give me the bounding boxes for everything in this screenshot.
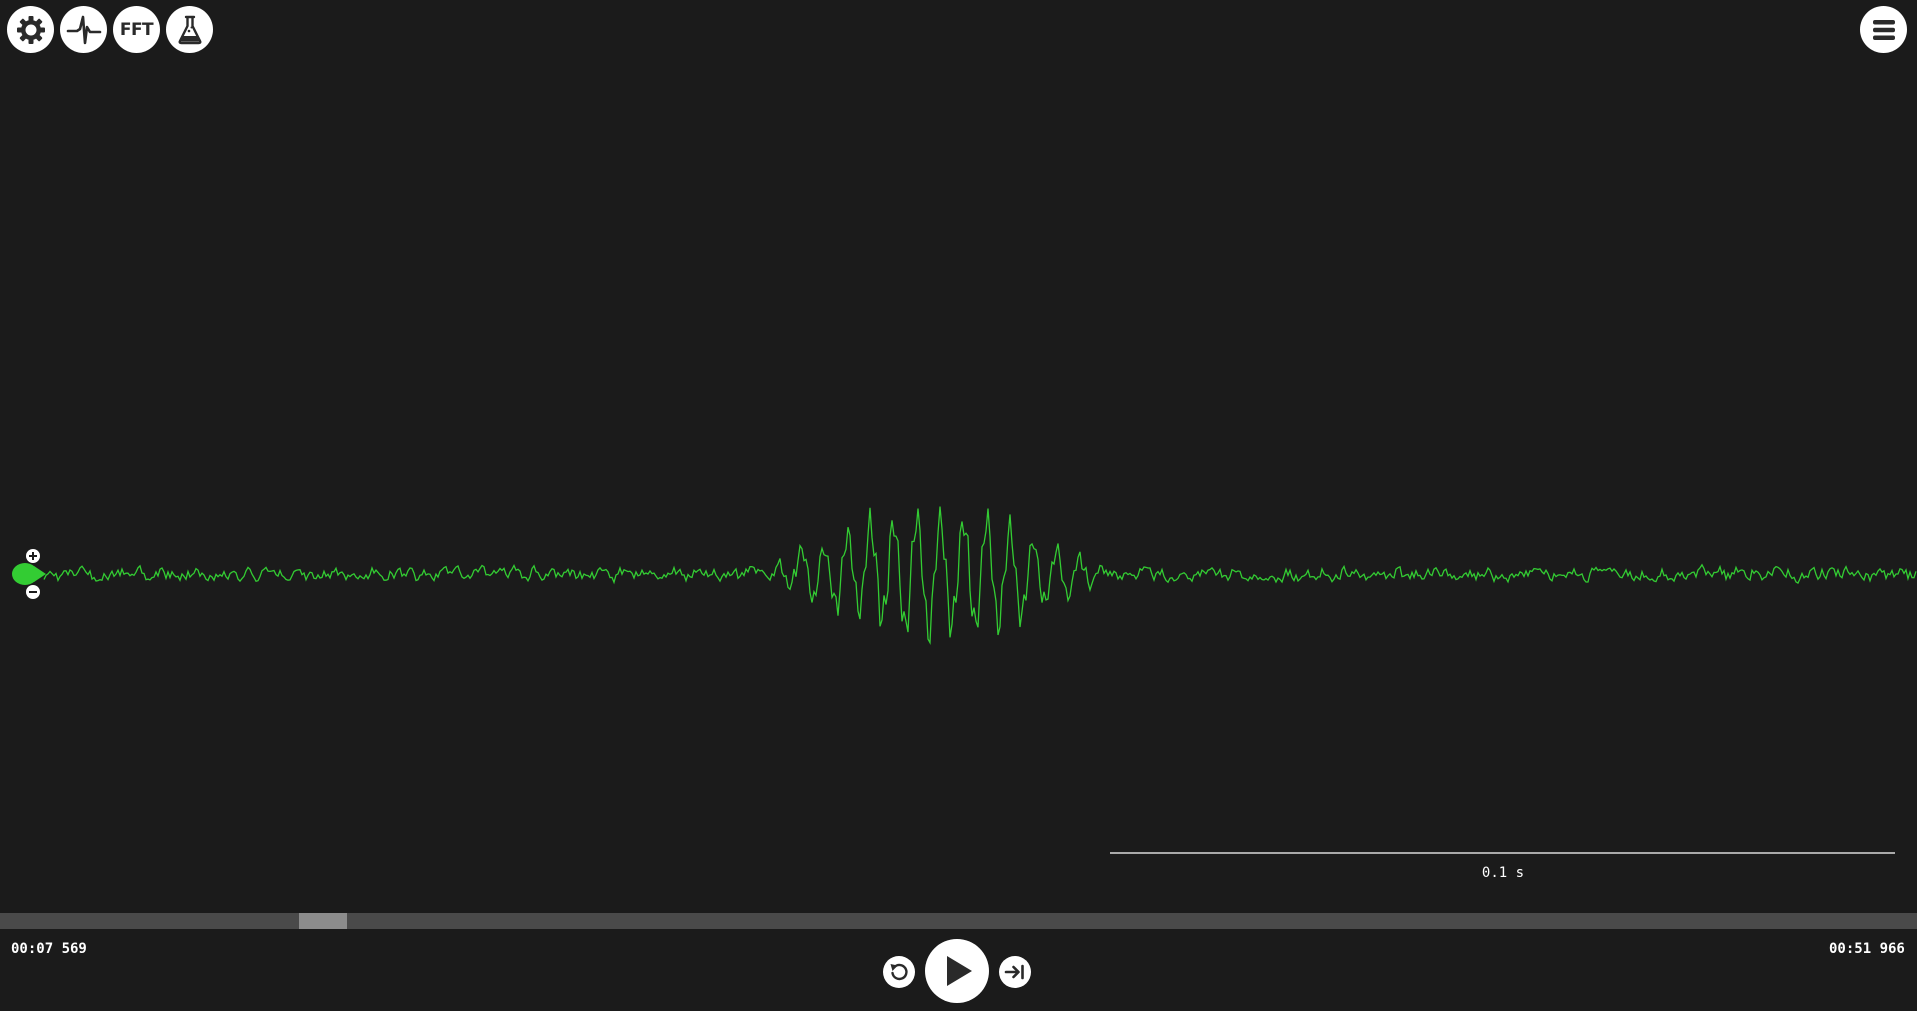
play-icon — [947, 956, 972, 986]
fft-button[interactable]: FFT — [113, 6, 160, 53]
flask-icon — [178, 15, 201, 44]
current-time: 00:07 569 — [11, 941, 87, 957]
menu-button[interactable] — [1860, 6, 1907, 53]
skip-to-end-button[interactable] — [999, 956, 1031, 988]
signal-button[interactable] — [60, 6, 107, 53]
total-time: 00:51 966 — [1829, 941, 1905, 957]
settings-button[interactable] — [7, 6, 54, 53]
signal-display — [12, 506, 1917, 854]
hamburger-icon — [1872, 19, 1895, 40]
zoom-out-button[interactable] — [26, 585, 40, 599]
rewind-icon — [890, 963, 908, 981]
play-button[interactable] — [925, 939, 989, 1003]
spike-recorder-app: FFT 0.1 s 00:07 569 00:51 966 — [0, 0, 1917, 1011]
gear-icon — [16, 15, 45, 44]
signal-pulse-icon — [66, 15, 101, 44]
scrollbar-thumb[interactable] — [299, 913, 347, 929]
zoom-in-button[interactable] — [26, 549, 40, 563]
rewind-button[interactable] — [883, 956, 915, 988]
channel-handle[interactable] — [12, 563, 46, 585]
channel-trace — [43, 506, 1917, 646]
timescale-label: 0.1 s — [1481, 865, 1525, 881]
skip-to-end-icon — [1004, 964, 1024, 980]
lab-button[interactable] — [166, 6, 213, 53]
playback-scrollbar[interactable] — [0, 913, 1917, 929]
fft-label: FFT — [119, 19, 154, 40]
